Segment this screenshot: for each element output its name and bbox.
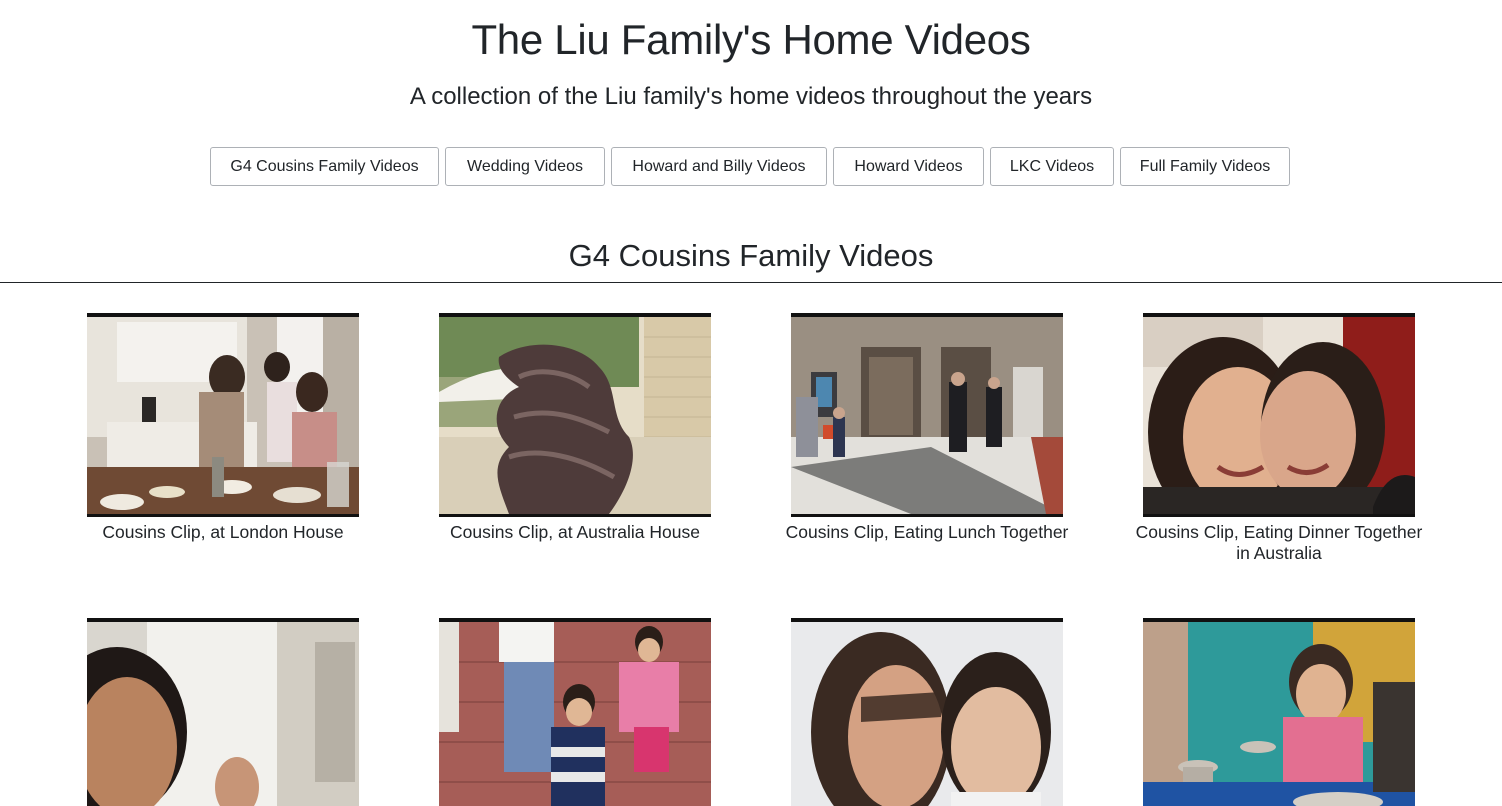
video-caption[interactable]: Cousins Clip, at Australia House [425, 522, 725, 543]
video-card[interactable]: Cousins Clip, Eating Dinner Together in … [1136, 313, 1422, 564]
video-card[interactable]: Cousins Clip, at London House [87, 313, 359, 543]
nav-button-wedding[interactable]: Wedding Videos [445, 147, 605, 186]
site-title: The Liu Family's Home Videos [471, 16, 1031, 63]
page: The Liu Family's Home Videos A collectio… [0, 0, 1502, 806]
video-card[interactable] [1143, 618, 1415, 806]
video-thumbnail[interactable] [439, 618, 711, 806]
video-thumbnail[interactable] [87, 313, 359, 517]
video-thumbnail[interactable] [439, 313, 711, 517]
video-caption[interactable]: Cousins Clip, Eating Dinner Together in … [1129, 522, 1429, 564]
video-thumbnail[interactable] [1143, 313, 1415, 517]
video-thumbnail[interactable] [1143, 618, 1415, 806]
video-card[interactable] [439, 618, 711, 806]
video-thumbnail[interactable] [791, 618, 1063, 806]
section-divider [0, 282, 1502, 283]
nav-button-full-family[interactable]: Full Family Videos [1120, 147, 1290, 186]
nav-button-g4-cousins[interactable]: G4 Cousins Family Videos [210, 147, 439, 186]
video-card[interactable] [791, 618, 1063, 806]
site-subtitle: A collection of the Liu family's home vi… [409, 83, 1093, 110]
nav-button-howard[interactable]: Howard Videos [833, 147, 984, 186]
nav-button-lkc[interactable]: LKC Videos [990, 147, 1114, 186]
section-title: G4 Cousins Family Videos [568, 238, 934, 273]
category-nav: G4 Cousins Family Videos Wedding Videos … [210, 147, 1290, 186]
video-thumbnail[interactable] [87, 618, 359, 806]
video-card[interactable] [87, 618, 359, 806]
nav-button-howard-and-billy[interactable]: Howard and Billy Videos [611, 147, 827, 186]
video-card[interactable]: Cousins Clip, Eating Lunch Together [786, 313, 1068, 543]
video-card[interactable]: Cousins Clip, at Australia House [439, 313, 711, 543]
video-caption[interactable]: Cousins Clip, at London House [73, 522, 373, 543]
video-thumbnail[interactable] [791, 313, 1063, 517]
video-caption[interactable]: Cousins Clip, Eating Lunch Together [777, 522, 1077, 543]
